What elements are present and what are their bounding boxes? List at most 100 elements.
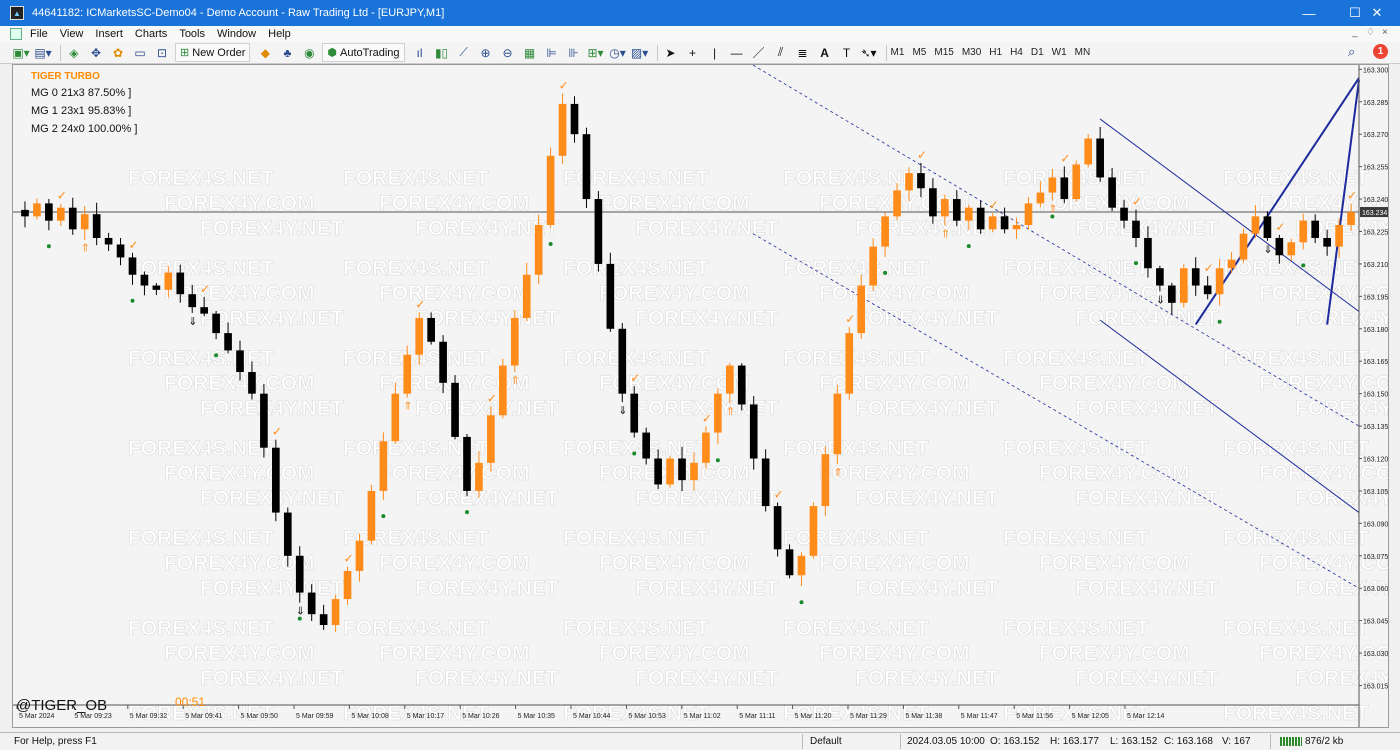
close-button[interactable]: ✕ [1354, 0, 1400, 26]
chart-restore-button[interactable]: ♢ [1366, 27, 1375, 38]
candle-body [33, 203, 41, 217]
watermark-text: FOREX4Y.NET [635, 217, 779, 240]
watermark-text: FOREX4Y.COM [599, 462, 750, 485]
signal-dot [1301, 263, 1306, 268]
menu-help[interactable]: Help [262, 26, 297, 42]
price-tick-label: 163.105 [1363, 489, 1388, 496]
signal-check-mark: ✓ [1132, 195, 1142, 209]
candle-body [1299, 220, 1308, 243]
line-chart-icon[interactable]: ⟋ [455, 44, 473, 62]
timeframe-m1[interactable]: M1 [891, 47, 905, 58]
time-tick-label: 5 Mar 11:56 [1016, 713, 1053, 720]
candle-body [439, 341, 447, 383]
market-watch-icon[interactable]: ◈ [65, 44, 83, 62]
candle-body [941, 199, 949, 217]
navigator-icon[interactable]: ✿ [109, 44, 127, 62]
profiles-icon[interactable]: ▤▾ [34, 44, 52, 62]
text-label-icon[interactable]: T [838, 44, 856, 62]
timeframe-h1[interactable]: H1 [989, 47, 1002, 58]
status-open: O: 163.152 [990, 736, 1040, 747]
tile-windows-icon[interactable]: ▦ [521, 44, 539, 62]
arrows-icon[interactable]: ➴▾ [860, 44, 878, 62]
search-icon[interactable]: ⌕ [1348, 44, 1355, 60]
toolbar-divider [656, 44, 658, 61]
menu-tools[interactable]: Tools [173, 26, 211, 42]
strategy-tester-icon[interactable]: ⊡ [153, 44, 171, 62]
watermark-text: FOREX4S.NET [128, 617, 274, 640]
data-window-icon[interactable]: ✥ [87, 44, 105, 62]
vertical-line-icon[interactable]: | [706, 44, 724, 62]
periods-icon[interactable]: ◷▾ [609, 44, 627, 62]
crosshair-icon[interactable]: + [684, 44, 702, 62]
horizontal-line-icon[interactable]: — [728, 44, 746, 62]
chart-window-icon[interactable] [10, 28, 22, 40]
price-tick-label: 163.090 [1363, 521, 1388, 528]
chart-shift-icon[interactable]: ⊫ [543, 44, 561, 62]
chart-minimize-button[interactable]: _ [1352, 27, 1358, 38]
candle-body [92, 214, 101, 238]
candle-body [295, 555, 304, 593]
menu-window[interactable]: Window [211, 26, 262, 42]
watermark-text: FOREX4Y.NET [1075, 577, 1219, 600]
timeframe-mn[interactable]: MN [1075, 47, 1091, 58]
buy-arrow-mark: ⇑ [726, 406, 735, 418]
watermark-text: FOREX4Y.COM [1039, 552, 1190, 575]
price-chart[interactable]: FOREX4S.NETFOREX4Y.COMFOREX4Y.NETFOREX4S… [13, 65, 1389, 728]
menu-insert[interactable]: Insert [89, 26, 129, 42]
chart-window[interactable]: FOREX4S.NET FOREX4Y.COM FOREX4Y.NET FOREX4S… [12, 64, 1389, 728]
new-order-icon: ⊞ [180, 47, 190, 59]
autoscroll-icon[interactable]: ⊪ [565, 44, 583, 62]
candle-body [869, 246, 877, 286]
candle-body [1263, 216, 1272, 238]
timeframe-w1[interactable]: W1 [1052, 47, 1067, 58]
cursor-icon[interactable]: ➤ [662, 44, 680, 62]
trendline-icon[interactable]: ／ [750, 44, 768, 62]
menu-file[interactable]: File [24, 26, 54, 42]
signal-check-mark: ✓ [1347, 189, 1357, 203]
channel-icon[interactable]: ⫽ [772, 44, 790, 62]
signal-check-mark: ✓ [1204, 261, 1214, 275]
zoom-out-icon[interactable]: ⊖ [499, 44, 517, 62]
timeframe-m15[interactable]: M15 [934, 47, 953, 58]
signal-check-mark: ✓ [415, 297, 425, 311]
menu-charts[interactable]: Charts [129, 26, 173, 42]
text-tool-icon[interactable]: A [816, 44, 834, 62]
toolbar-divider [885, 44, 887, 61]
candle-body [415, 317, 424, 355]
status-traffic: 876/2 kb [1280, 736, 1343, 747]
candle-body [534, 225, 543, 275]
toolbar: ▣▾ ▤▾ ◈ ✥ ✿ ▭ ⊡ ⊞ New Order ◆ ♣ ◉ ⬢ Auto… [0, 42, 1400, 64]
candle-body [929, 188, 937, 217]
menu-view[interactable]: View [54, 26, 90, 42]
indicators-icon[interactable]: ⊞▾ [587, 44, 605, 62]
chart-close-button[interactable]: × [1382, 27, 1388, 38]
timeframe-m5[interactable]: M5 [912, 47, 926, 58]
watermark-text: FOREX4S.NET [128, 527, 274, 550]
market-icon[interactable]: ◉ [300, 44, 318, 62]
notification-badge[interactable]: 1 [1373, 44, 1388, 59]
bar-chart-icon[interactable]: ıl [411, 44, 429, 62]
fibonacci-icon[interactable]: ≣ [794, 44, 812, 62]
zoom-in-icon[interactable]: ⊕ [477, 44, 495, 62]
timeframe-d1[interactable]: D1 [1031, 47, 1044, 58]
signal-dot [883, 270, 888, 275]
sell-arrow-mark: ⇓ [1263, 244, 1272, 256]
candle-body [654, 458, 662, 485]
templates-icon[interactable]: ▨▾ [631, 44, 649, 62]
candle-body [140, 274, 149, 286]
new-chart-icon[interactable]: ▣▾ [12, 44, 30, 62]
candlestick-chart-icon[interactable]: ▮▯ [433, 44, 451, 62]
new-order-button[interactable]: ⊞ New Order [175, 43, 251, 62]
signals-icon[interactable]: ♣ [278, 44, 296, 62]
metaeditor-icon[interactable]: ◆ [256, 44, 274, 62]
minimize-button[interactable]: — [1286, 0, 1332, 26]
status-profile[interactable]: Default [810, 736, 842, 747]
watermark-text: FOREX4Y.COM [1039, 372, 1190, 395]
watermark-text: FOREX4S.NET [783, 617, 929, 640]
time-tick-label: 5 Mar 10:53 [628, 713, 665, 720]
autotrading-button[interactable]: ⬢ AutoTrading [322, 43, 405, 62]
candle-body [487, 415, 495, 463]
timeframe-h4[interactable]: H4 [1010, 47, 1023, 58]
timeframe-m30[interactable]: M30 [962, 47, 981, 58]
terminal-icon[interactable]: ▭ [131, 44, 149, 62]
